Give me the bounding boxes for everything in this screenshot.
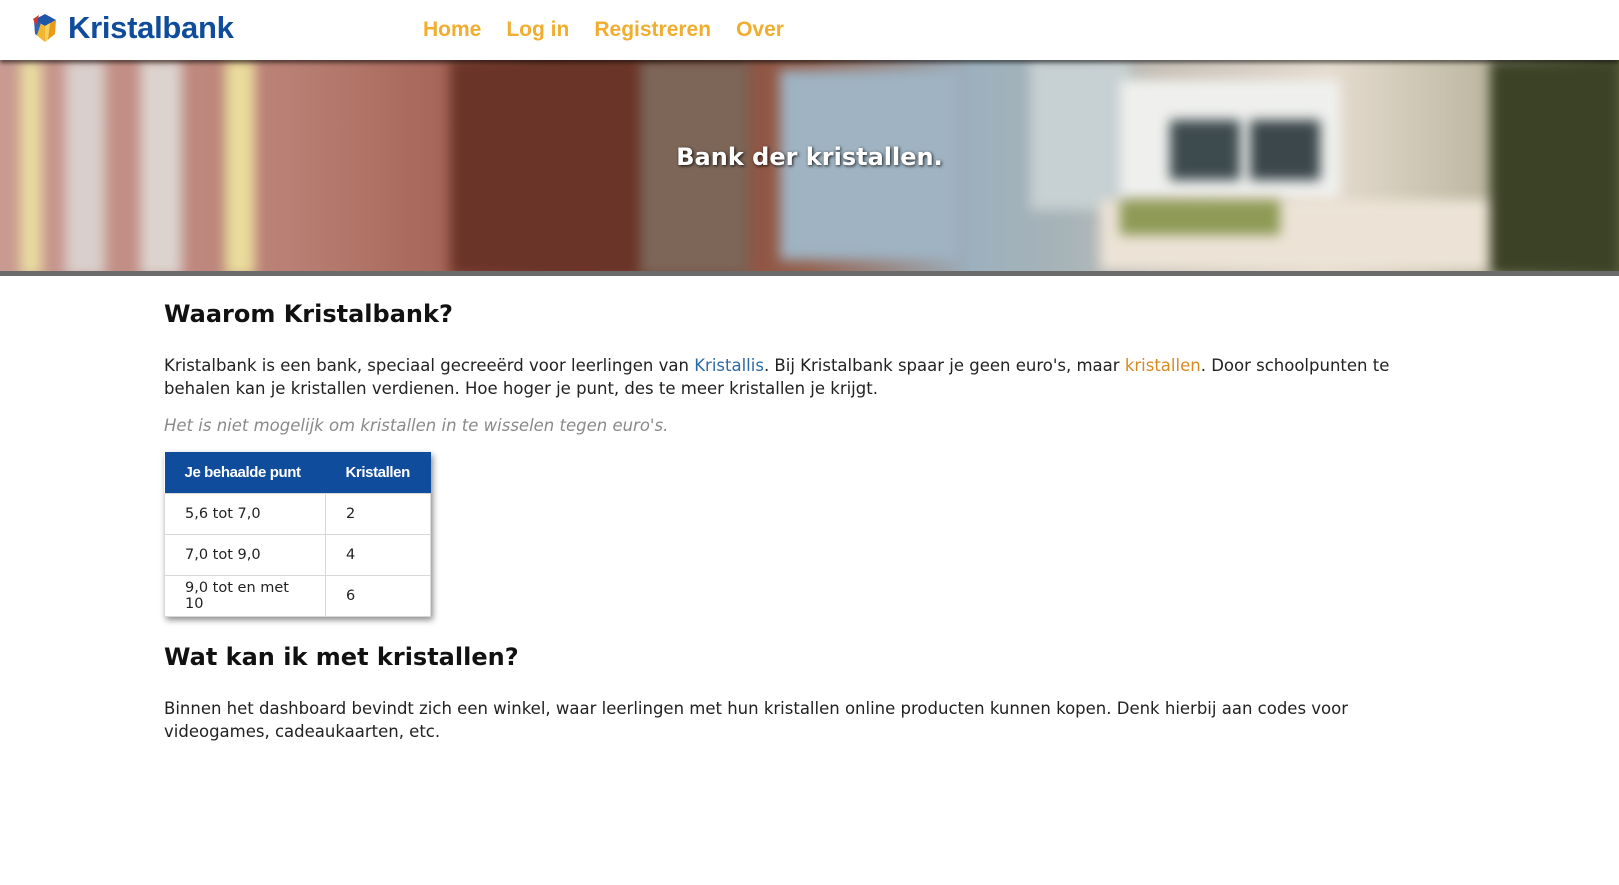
table-cell: 9,0 tot en met 10	[164, 575, 326, 617]
intro-text-2: . Bij Kristalbank spaar je geen euro's, …	[763, 356, 1125, 375]
table-cell: 4	[325, 534, 431, 576]
table-row: 5,6 tot 7,0 2	[164, 493, 431, 535]
intro-paragraph: Kristalbank is een bank, speciaal gecree…	[164, 354, 1454, 400]
table-cell: 5,6 tot 7,0	[164, 493, 326, 535]
hero-divider	[0, 271, 1619, 276]
nav-login[interactable]: Log in	[506, 18, 569, 42]
section-heading-usage: Wat kan ik met kristallen?	[164, 643, 519, 671]
main-nav: Home Log in Registreren Over	[423, 0, 809, 60]
section-heading-why: Waarom Kristalbank?	[164, 300, 453, 328]
table-cell: 6	[325, 575, 431, 617]
nav-register[interactable]: Registreren	[594, 18, 711, 42]
euro-note: Het is niet mogelijk om kristallen in te…	[164, 416, 669, 435]
kristallis-link[interactable]: Kristallis	[694, 356, 764, 375]
brand-name: Kristalbank	[68, 10, 234, 45]
table-cell: 2	[325, 493, 431, 535]
table-header-row: Je behaalde punt Kristallen	[164, 452, 431, 494]
main-content: Waarom Kristalbank? Kristalbank is een b…	[164, 300, 1454, 743]
nav-home[interactable]: Home	[423, 18, 481, 42]
column-header-grade: Je behaalde punt	[164, 452, 326, 494]
usage-paragraph: Binnen het dashboard bevindt zich een wi…	[164, 699, 1349, 741]
column-header-crystals: Kristallen	[325, 452, 431, 494]
table-cell: 7,0 tot 9,0	[164, 534, 326, 576]
brand[interactable]: Kristalbank	[30, 10, 234, 46]
crystal-logo-icon	[33, 14, 56, 42]
table-row: 7,0 tot 9,0 4	[164, 534, 431, 576]
hero-title: Bank der kristallen.	[676, 143, 943, 171]
nav-about[interactable]: Over	[736, 18, 784, 42]
kristallen-link[interactable]: kristallen	[1125, 356, 1201, 375]
navbar: Kristalbank Home Log in Registreren Over	[0, 0, 1619, 60]
hero-banner: Bank der kristallen.	[0, 60, 1619, 276]
points-table: Je behaalde punt Kristallen 5,6 tot 7,0 …	[164, 452, 431, 617]
intro-text-1: Kristalbank is een bank, speciaal gecree…	[164, 356, 695, 375]
table-row: 9,0 tot en met 10 6	[164, 575, 431, 617]
